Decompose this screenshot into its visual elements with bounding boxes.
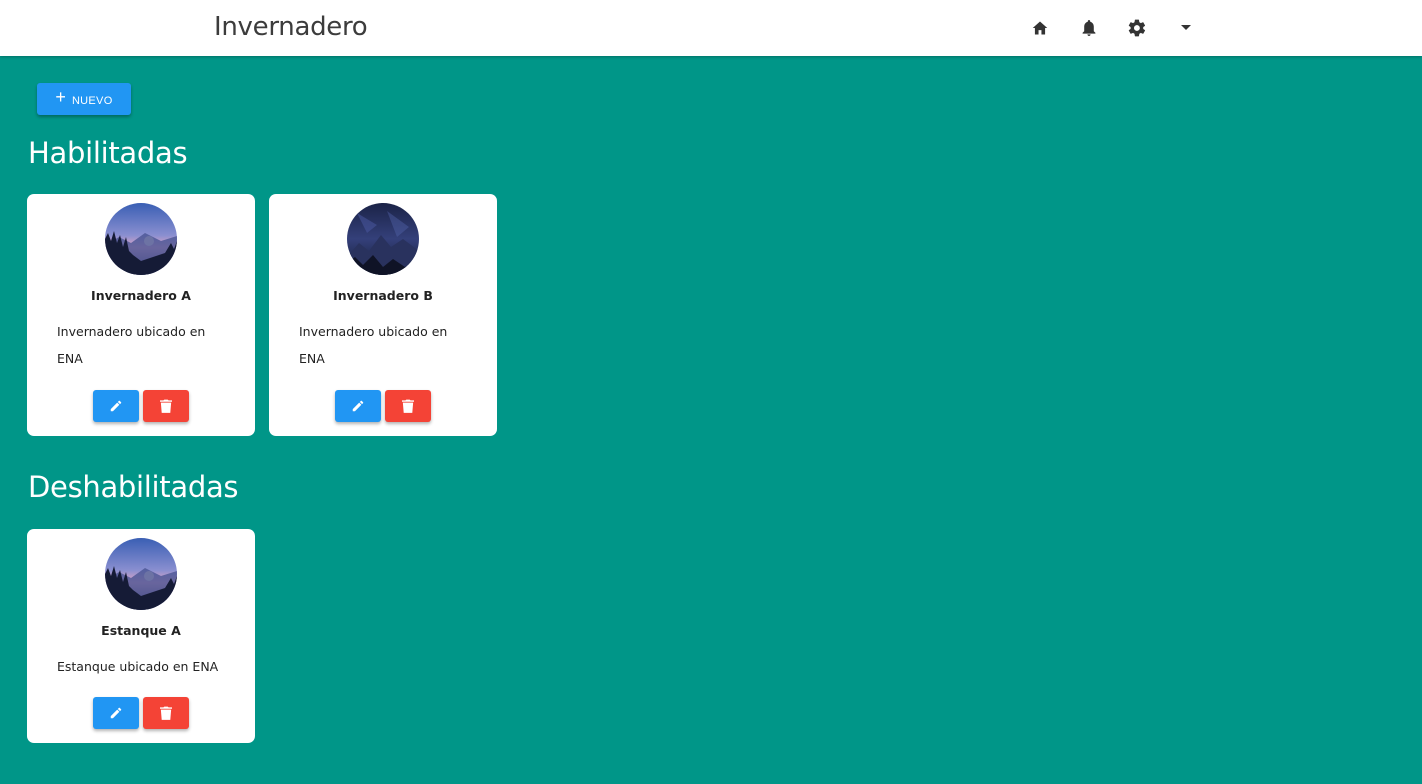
card-actions	[335, 390, 431, 422]
card-avatar	[105, 538, 177, 610]
card-invernadero-a: Invernadero A Invernadero ubicado en ENA	[27, 194, 255, 436]
trash-icon	[160, 706, 172, 720]
card-invernadero-b: Invernadero B Invernadero ubicado en ENA	[269, 194, 497, 436]
card-actions	[93, 390, 189, 422]
trash-icon	[402, 399, 414, 413]
delete-button[interactable]	[385, 390, 431, 422]
card-description: Estanque ubicado en ENA	[57, 659, 219, 674]
delete-button[interactable]	[143, 697, 189, 729]
home-icon[interactable]	[1026, 14, 1054, 42]
pencil-icon	[352, 400, 364, 412]
enabled-section-title: Habilitadas	[28, 136, 188, 170]
caret-down-icon[interactable]	[1172, 14, 1200, 42]
card-description: Invernadero ubicado en ENA	[57, 324, 206, 366]
plus-icon: +	[55, 87, 66, 107]
card-avatar	[105, 203, 177, 275]
edit-button[interactable]	[93, 390, 139, 422]
card-avatar	[347, 203, 419, 275]
edit-button[interactable]	[93, 697, 139, 729]
delete-button[interactable]	[143, 390, 189, 422]
disabled-section-title: Deshabilitadas	[28, 470, 239, 504]
trash-icon	[160, 399, 172, 413]
gear-icon[interactable]	[1123, 14, 1151, 42]
pencil-icon	[110, 707, 122, 719]
new-button-label: NUEVO	[71, 94, 113, 107]
app-title: Invernadero	[214, 12, 368, 42]
card-title: Invernadero B	[333, 288, 433, 303]
card-title: Invernadero A	[91, 288, 191, 303]
card-description: Invernadero ubicado en ENA	[299, 324, 448, 366]
pencil-icon	[110, 400, 122, 412]
card-actions	[93, 697, 189, 729]
card-title: Estanque A	[101, 623, 181, 638]
top-app-bar: Invernadero	[0, 0, 1422, 56]
card-estanque-a: Estanque A Estanque ubicado en ENA	[27, 529, 255, 743]
bell-icon[interactable]	[1075, 14, 1103, 42]
new-button[interactable]: + NUEVO	[37, 83, 131, 115]
edit-button[interactable]	[335, 390, 381, 422]
